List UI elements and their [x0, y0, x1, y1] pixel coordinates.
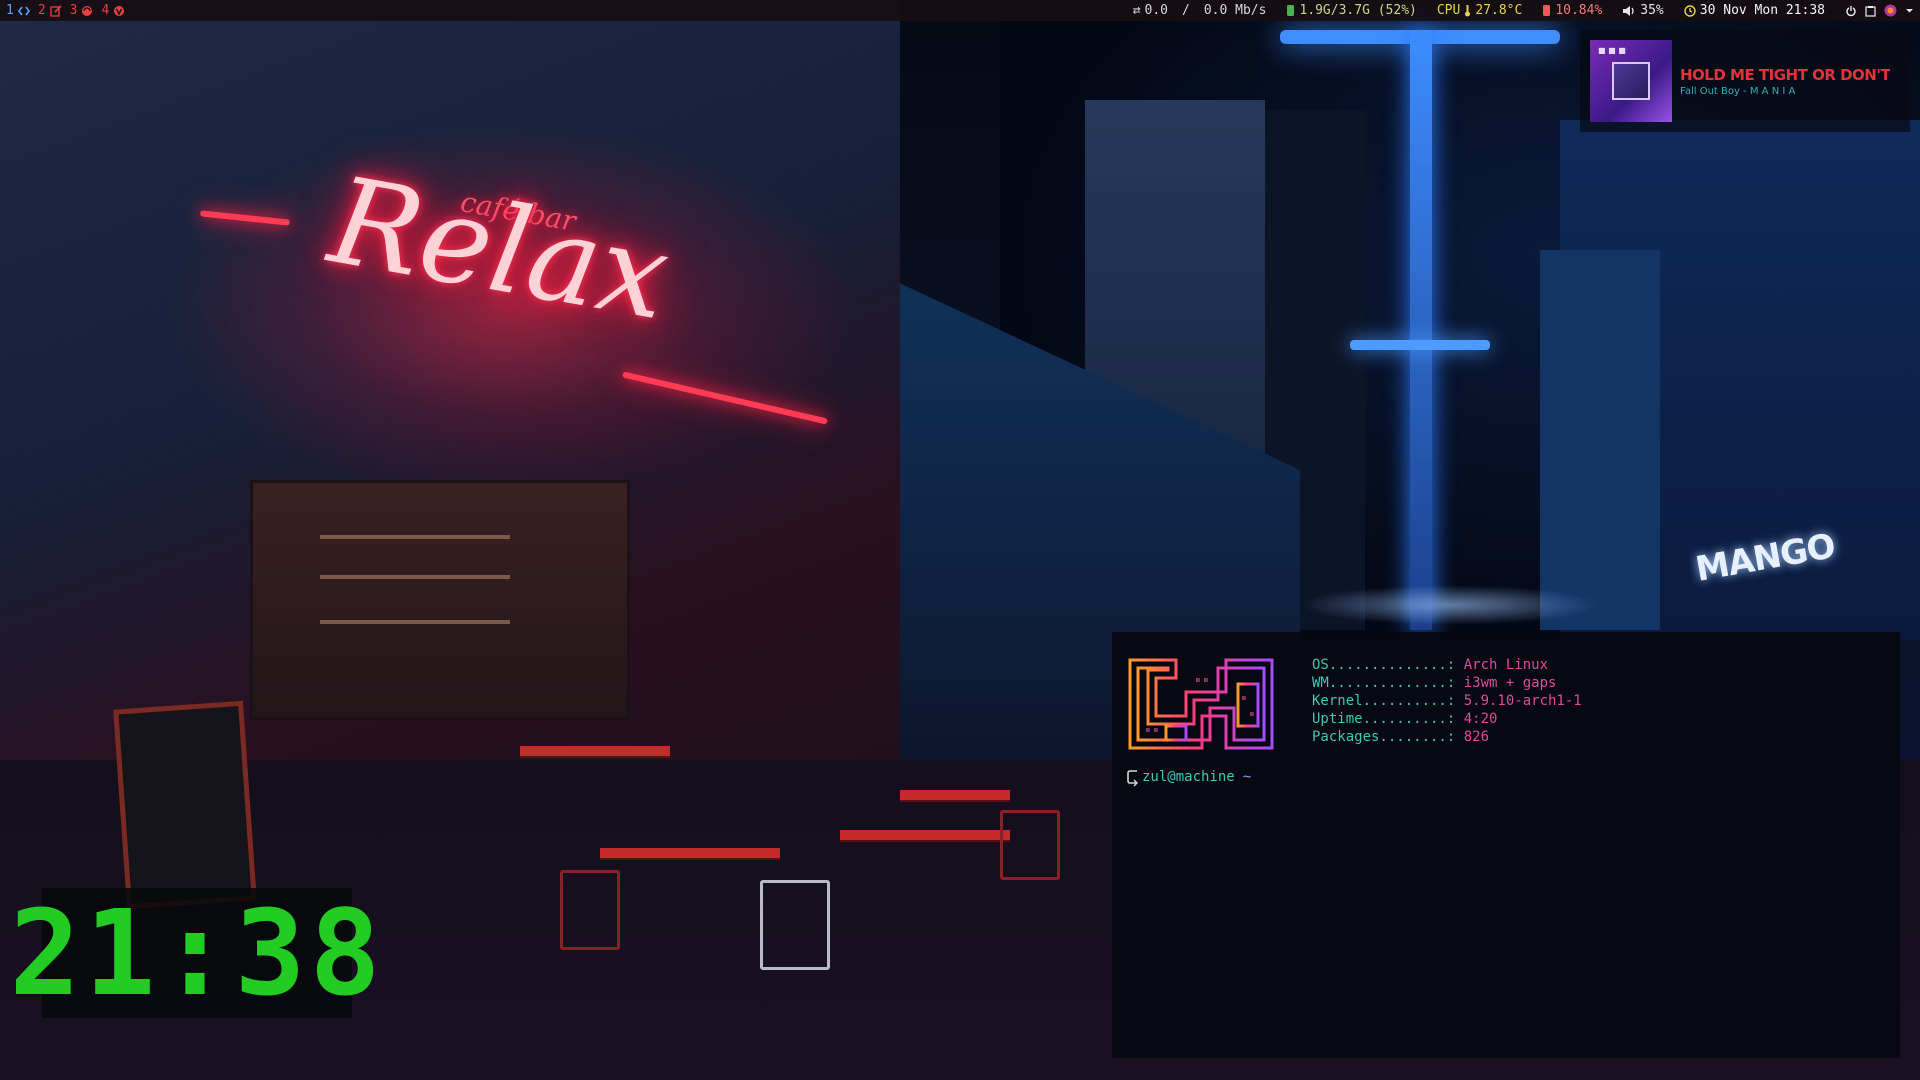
clock-time: 21:38 [9, 884, 385, 1022]
cpu-icon [1543, 5, 1551, 16]
status-modules: ⇄ 0.0 / 0.0 Mb/s 1.9G/3.7G (52%) CPU 27.… [1133, 3, 1920, 18]
date-module[interactable]: 30 Nov Mon 21:38 [1684, 3, 1825, 18]
workspace-1[interactable]: 1 [6, 3, 30, 18]
neofetch-logo [1126, 656, 1276, 752]
info-value: i3wm + gaps [1463, 675, 1557, 691]
volume-level: 35% [1640, 3, 1664, 18]
distro-logo-graphic [1128, 658, 1274, 750]
cafe-chair [1000, 810, 1060, 880]
workspace-2[interactable]: 2 [38, 3, 62, 18]
vivaldi-icon [114, 5, 125, 16]
network-module[interactable]: ⇄ 0.0 / 0.0 Mb/s [1133, 3, 1267, 18]
thermometer-icon [1465, 5, 1471, 17]
info-row-packages: Packages........: 826 [1312, 728, 1582, 746]
info-row-wm: WM..............: i3wm + gaps [1312, 674, 1582, 692]
cpu-temperature: 27.8°C [1475, 3, 1523, 18]
workspace-list: 1 2 3 4 [0, 3, 125, 18]
cpu-temp-module[interactable]: CPU 27.8°C [1437, 3, 1522, 18]
volume-module[interactable]: 35% [1622, 3, 1664, 18]
cafe-table [520, 746, 670, 756]
cafe-table [900, 790, 1010, 800]
cpu-load: 10.84% [1555, 3, 1603, 18]
network-download: 0.0 Mb/s [1203, 3, 1267, 18]
status-bar: 1 2 3 4 ⇄ 0.0 / 0.0 Mb/s 1.9G/3.7G (52%)… [0, 0, 1920, 21]
cpu-load-module[interactable]: 10.84% [1542, 3, 1602, 18]
workspace-number: 2 [37, 3, 46, 18]
network-separator: / [1182, 3, 1190, 18]
shelf [320, 575, 510, 579]
memory-icon [1287, 5, 1295, 16]
street-lamp-arm [1350, 340, 1490, 350]
info-key: Uptime..........: [1312, 711, 1464, 727]
info-key: Kernel..........: [1312, 693, 1464, 709]
cafe-table [840, 830, 1010, 840]
power-icon[interactable] [1845, 5, 1857, 17]
info-row-uptime: Uptime..........: 4:20 [1312, 710, 1582, 728]
info-value: 826 [1463, 729, 1490, 745]
distant-lights [1300, 585, 1600, 625]
network-upload: 0.0 [1144, 3, 1168, 18]
prompt-user: zul@machine [1142, 769, 1235, 785]
building [1540, 250, 1660, 630]
system-tray [1845, 4, 1914, 17]
cafe-table [600, 848, 780, 858]
workspace-number: 1 [6, 3, 14, 18]
clock-icon [1684, 4, 1696, 17]
album-art-frame [1612, 62, 1650, 100]
now-playing-notification[interactable]: ■ ■ ■ HOLD ME TIGHT OR DON'T Fall Out Bo… [1580, 30, 1910, 132]
memory-usage: 1.9G/3.7G (52%) [1299, 3, 1417, 18]
clipboard-icon[interactable] [1865, 5, 1876, 17]
memory-module[interactable]: 1.9G/3.7G (52%) [1286, 3, 1417, 18]
info-row-kernel: Kernel..........: 5.9.10-arch1-1 [1312, 692, 1582, 710]
chalkboard-sign [113, 700, 257, 910]
workspace-number: 3 [69, 3, 78, 18]
info-key: WM..............: [1312, 675, 1464, 691]
terminal-window[interactable]: OS..............: Arch Linux WM.........… [1112, 632, 1900, 1058]
shelf [320, 620, 510, 624]
prompt-bracket-icon [1127, 770, 1138, 787]
album-art: ■ ■ ■ [1590, 40, 1672, 122]
track-artist: Fall Out Boy - M A N I A [1680, 85, 1796, 97]
shelf [320, 535, 510, 539]
street-lamp-post [1410, 30, 1432, 630]
cafe-chair [760, 880, 830, 970]
shell-prompt[interactable]: zul@machine ~ [1126, 768, 1886, 788]
track-title: HOLD ME TIGHT OR DON'T [1680, 65, 1891, 84]
cpu-label: CPU [1436, 3, 1461, 18]
edit-icon [50, 4, 62, 17]
user-avatar-icon[interactable] [1884, 4, 1897, 17]
track-info: HOLD ME TIGHT OR DON'T Fall Out Boy - M … [1680, 66, 1890, 97]
volume-icon [1623, 5, 1634, 16]
workspace-3[interactable]: 3 [70, 3, 94, 18]
prompt-directory: ~ [1242, 769, 1252, 785]
system-info: OS..............: Arch Linux WM.........… [1312, 656, 1582, 752]
code-icon [17, 6, 30, 15]
info-key: Packages........: [1312, 729, 1464, 745]
network-transfer-icon: ⇄ [1132, 3, 1141, 18]
info-value: Arch Linux [1463, 657, 1549, 673]
cafe-chair [560, 870, 620, 950]
cafe-window [250, 480, 630, 720]
neofetch-output: OS..............: Arch Linux WM.........… [1126, 656, 1886, 752]
desktop-clock: 21:38 [9, 888, 381, 1018]
info-key: OS..............: [1312, 657, 1464, 673]
browser-icon [82, 5, 93, 16]
workspace-number: 4 [101, 3, 110, 18]
info-value: 5.9.10-arch1-1 [1463, 693, 1582, 709]
chevron-down-icon[interactable] [1905, 6, 1914, 15]
workspace-4[interactable]: 4 [101, 3, 125, 18]
album-art-graphic: ■ ■ ■ [1598, 46, 1626, 55]
info-value: 4:20 [1463, 711, 1498, 727]
date-time: 30 Nov Mon 21:38 [1699, 3, 1825, 18]
info-row-os: OS..............: Arch Linux [1312, 656, 1582, 674]
